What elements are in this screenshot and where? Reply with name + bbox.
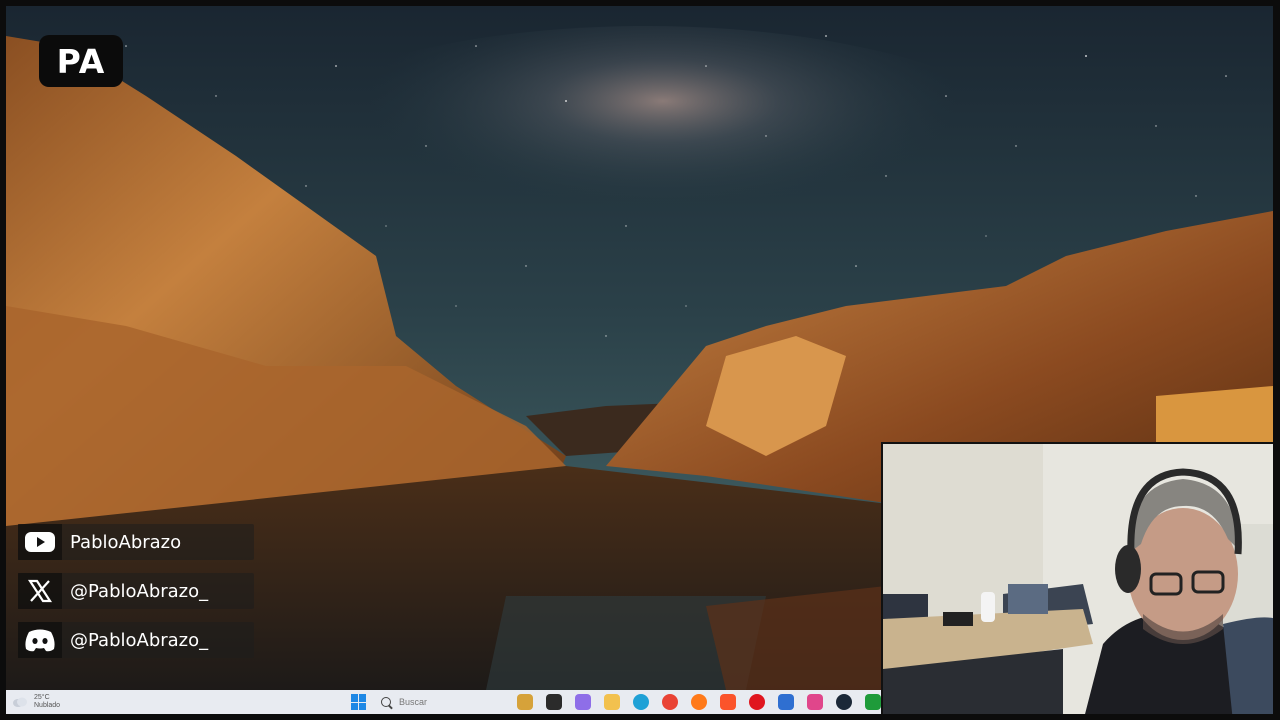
taskbar: 25°C Nublado Buscar	[6, 690, 881, 714]
opera-icon[interactable]	[749, 694, 765, 710]
social-discord[interactable]: @PabloAbrazo_	[18, 622, 254, 658]
file-explorer-icon[interactable]	[604, 694, 620, 710]
copilot-icon[interactable]	[575, 694, 591, 710]
start-button[interactable]	[351, 694, 367, 710]
steam-icon[interactable]	[836, 694, 852, 710]
channel-logo: PA	[39, 35, 123, 87]
weather-desc: Nublado	[34, 702, 61, 709]
youtube-handle: PabloAbrazo	[70, 531, 182, 553]
social-x[interactable]: @PabloAbrazo_	[18, 573, 254, 609]
weather-widget[interactable]: 25°C Nublado	[6, 694, 86, 710]
weather-temp: 25°C	[34, 694, 50, 701]
discord-handle: @PabloAbrazo_	[70, 629, 209, 651]
snipping-tool-icon[interactable]	[807, 694, 823, 710]
terminal-icon[interactable]	[546, 694, 562, 710]
search-box[interactable]: Buscar	[381, 693, 477, 711]
search-icon	[381, 697, 391, 707]
brave-icon[interactable]	[720, 694, 736, 710]
search-placeholder: Buscar	[399, 697, 428, 707]
social-youtube[interactable]: PabloAbrazo	[18, 524, 254, 560]
mail-icon[interactable]	[778, 694, 794, 710]
x-icon	[18, 573, 62, 609]
x-handle: @PabloAbrazo_	[70, 580, 209, 602]
discord-icon	[18, 622, 62, 658]
chrome-icon[interactable]	[662, 694, 678, 710]
social-links: PabloAbrazo @PabloAbrazo_ @PabloAbrazo_	[18, 524, 254, 671]
firefox-icon[interactable]	[691, 694, 707, 710]
file-manager-icon[interactable]	[517, 694, 533, 710]
xbox-icon[interactable]	[865, 694, 881, 710]
youtube-icon	[18, 524, 62, 560]
taskbar-center: Buscar	[351, 690, 894, 714]
webcam-feed	[881, 442, 1274, 720]
edge-icon[interactable]	[633, 694, 649, 710]
cloud-icon	[13, 697, 27, 707]
windows-icon	[351, 694, 358, 702]
